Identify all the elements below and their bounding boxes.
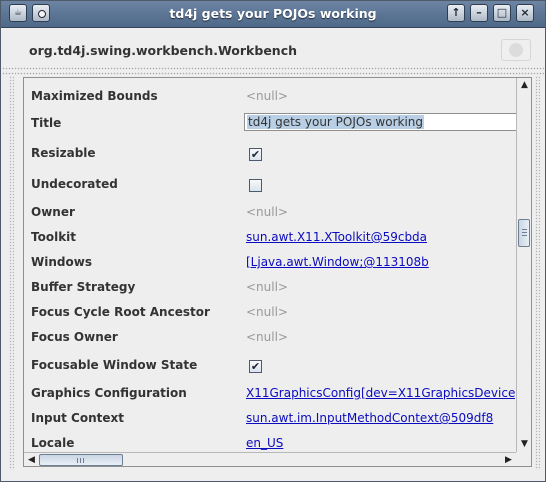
property-label: Focus Cycle Root Ancestor bbox=[31, 305, 210, 319]
grip-line bbox=[83, 458, 84, 463]
property-label: Owner bbox=[31, 205, 75, 219]
title-field-text: td4j gets your POJOs working bbox=[247, 115, 425, 129]
property-value-link[interactable]: sun.awt.X11.XToolkit@59cbda bbox=[246, 230, 427, 244]
property-label: Buffer Strategy bbox=[31, 280, 136, 294]
vertical-scroll-thumb[interactable] bbox=[518, 219, 530, 247]
check-icon: ✔ bbox=[250, 360, 261, 373]
divider bbox=[2, 72, 544, 75]
close-button[interactable]: × bbox=[516, 4, 534, 22]
title-field[interactable]: td4j gets your POJOs working bbox=[244, 113, 516, 131]
splitter-left[interactable] bbox=[9, 76, 14, 470]
property-label: Locale bbox=[31, 436, 75, 450]
property-value-null: <null> bbox=[246, 330, 288, 344]
property-value-null: <null> bbox=[246, 89, 288, 103]
page-title: org.td4j.swing.workbench.Workbench bbox=[29, 43, 298, 58]
property-value-link[interactable]: [Ljava.awt.Window;@113108b bbox=[246, 255, 429, 269]
property-checkbox[interactable]: ✔ bbox=[249, 148, 262, 161]
property-label: Undecorated bbox=[31, 177, 118, 191]
property-label: Focusable Window State bbox=[31, 358, 198, 372]
property-label: Windows bbox=[31, 255, 92, 269]
horizontal-scroll-thumb[interactable] bbox=[39, 454, 123, 466]
property-label: Resizable bbox=[31, 146, 96, 160]
vertical-scrollbar[interactable]: ▲ ▼ bbox=[516, 78, 531, 452]
property-value-link[interactable]: sun.awt.im.InputMethodContext@509df8 bbox=[246, 411, 493, 425]
header: org.td4j.swing.workbench.Workbench bbox=[2, 28, 544, 66]
property-value-null: <null> bbox=[246, 205, 288, 219]
property-value-null: <null> bbox=[246, 280, 288, 294]
scroll-down-button[interactable]: ▼ bbox=[517, 437, 531, 452]
forward-button[interactable] bbox=[501, 39, 531, 61]
scroll-up-button[interactable]: ▲ bbox=[517, 78, 531, 93]
check-icon: ✔ bbox=[250, 148, 261, 161]
grip-line bbox=[522, 232, 527, 233]
property-checkbox[interactable] bbox=[249, 179, 262, 192]
property-list: Maximized Bounds <null> Title td4j gets you… bbox=[24, 78, 516, 452]
scroll-corner bbox=[516, 452, 531, 466]
property-label: Input Context bbox=[31, 411, 124, 425]
divider bbox=[2, 67, 544, 70]
property-panel: Maximized Bounds <null> Title td4j gets you… bbox=[23, 77, 532, 467]
scroll-left-button[interactable]: ◀ bbox=[24, 453, 39, 466]
grip-line bbox=[522, 235, 527, 236]
property-value-link[interactable]: X11GraphicsConfig[dev=X11GraphicsDevice[… bbox=[246, 386, 516, 400]
property-label: Graphics Configuration bbox=[31, 386, 187, 400]
property-checkbox[interactable]: ✔ bbox=[249, 360, 262, 373]
scroll-right-button[interactable]: ▶ bbox=[501, 453, 516, 466]
property-value-link[interactable]: en_US bbox=[246, 436, 283, 450]
property-label: Toolkit bbox=[31, 230, 77, 244]
grip-line bbox=[77, 458, 78, 463]
horizontal-scrollbar[interactable]: ◀ ▶ bbox=[24, 452, 516, 466]
splitter-right[interactable] bbox=[535, 76, 540, 470]
grip-line bbox=[522, 229, 527, 230]
minimize-button[interactable]: – bbox=[470, 4, 488, 22]
title-bar[interactable]: ☕ td4j gets your POJOs working ↑ – □ × bbox=[1, 1, 545, 28]
property-value-null: <null> bbox=[246, 305, 288, 319]
property-label: Maximized Bounds bbox=[31, 89, 158, 103]
property-label: Title bbox=[31, 116, 62, 130]
application-window: ☕ td4j gets your POJOs working ↑ – □ × o… bbox=[0, 0, 546, 482]
maximize-button[interactable]: □ bbox=[493, 4, 511, 22]
property-label: Focus Owner bbox=[31, 330, 118, 344]
shade-button[interactable]: ↑ bbox=[447, 4, 465, 22]
grip-line bbox=[80, 458, 81, 463]
